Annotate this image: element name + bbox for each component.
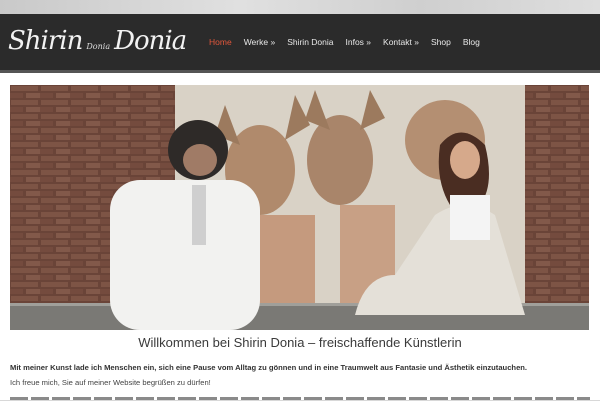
- nav-blog[interactable]: Blog: [457, 37, 486, 47]
- nav-home[interactable]: Home: [203, 37, 238, 47]
- main-content: Willkommen bei Shirin Donia – freischaff…: [0, 73, 600, 400]
- nav-werke[interactable]: Werke »: [238, 37, 282, 47]
- hero-illustration: [10, 85, 589, 330]
- logo-small-word: Donia: [86, 42, 111, 51]
- nav-shop[interactable]: Shop: [425, 37, 457, 47]
- cut-off-text-line: [10, 395, 590, 401]
- main-menu: Home Werke » Shirin Donia Infos » Kontak…: [203, 30, 486, 54]
- top-texture-strip: [0, 0, 600, 14]
- page-title: Willkommen bei Shirin Donia – freischaff…: [138, 335, 462, 350]
- site-header: Shirin Donia Donia Home Werke » Shirin D…: [0, 14, 600, 73]
- nav-shirin-donia[interactable]: Shirin Donia: [281, 37, 339, 47]
- site-logo[interactable]: Shirin Donia Donia: [8, 26, 187, 56]
- nav-kontakt[interactable]: Kontakt »: [377, 37, 425, 47]
- logo-word-shirin: Shirin: [8, 26, 83, 56]
- logo-word-donia: Donia: [114, 26, 187, 56]
- nav-infos[interactable]: Infos »: [340, 37, 378, 47]
- intro-text: Ich freue mich, Sie auf meiner Website b…: [10, 378, 211, 387]
- intro-bold-text: Mit meiner Kunst lade ich Menschen ein, …: [10, 363, 528, 372]
- hero-image: [10, 85, 589, 330]
